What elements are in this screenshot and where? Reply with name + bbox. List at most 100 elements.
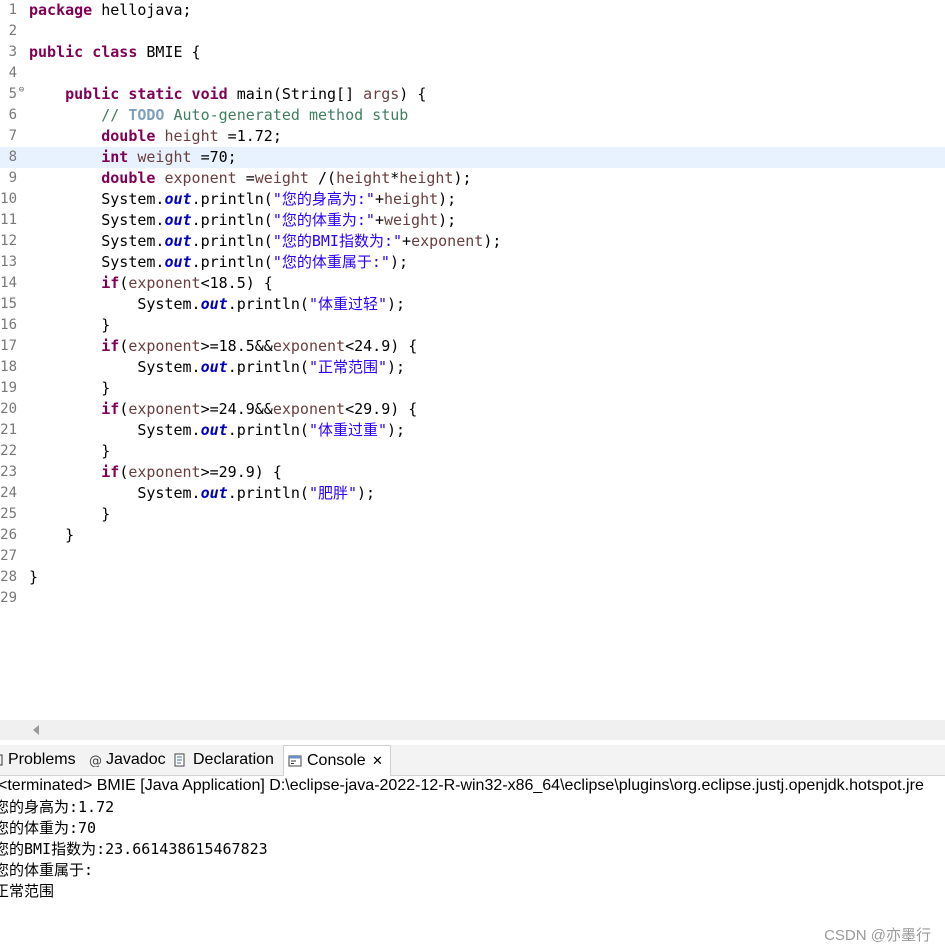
line-number: 22 xyxy=(0,443,17,459)
code-token: ); xyxy=(483,232,502,250)
tab-console-label: Console xyxy=(307,752,366,769)
code-line[interactable]: 26 } xyxy=(0,525,945,546)
code-text: if(exponent>=29.9) { xyxy=(29,462,282,483)
code-text: public class BMIE { xyxy=(29,42,201,63)
code-token: ( xyxy=(119,274,129,292)
code-line[interactable]: 2 xyxy=(0,21,945,42)
code-line[interactable]: 20 if(exponent>=24.9&&exponent<29.9) { xyxy=(0,399,945,420)
view-tab-bar: Problems @ Javadoc Declaration Console ✕ xyxy=(0,745,945,776)
code-text: } xyxy=(29,525,74,546)
code-text: double exponent =weight /(height*height)… xyxy=(29,168,471,189)
line-number: 21 xyxy=(0,422,17,438)
code-line[interactable]: 28} xyxy=(0,567,945,588)
code-line[interactable]: 19 } xyxy=(0,378,945,399)
code-line[interactable]: 5 ⊖ public static void main(String[] args… xyxy=(0,84,945,105)
code-line[interactable]: 16 } xyxy=(0,315,945,336)
code-token: .println( xyxy=(227,358,309,376)
code-line[interactable]: 6 // TODO Auto-generated method stub xyxy=(0,105,945,126)
tab-declaration[interactable]: Declaration xyxy=(172,745,280,775)
tab-console[interactable]: Console ✕ xyxy=(283,745,391,776)
code-token: args xyxy=(363,85,400,103)
console-process-header: <terminated> BMIE [Java Application] D:\… xyxy=(0,777,924,794)
line-number: 12 xyxy=(0,233,17,249)
line-number: 3 xyxy=(8,44,17,60)
code-token: * xyxy=(390,169,400,187)
code-token: out xyxy=(200,484,228,502)
code-line[interactable]: 15 System.out.println("体重过轻"); xyxy=(0,294,945,315)
code-token: public static void xyxy=(65,85,228,103)
code-text: } xyxy=(29,504,110,525)
code-token: <18.5) { xyxy=(200,274,273,292)
code-token: ); xyxy=(387,421,406,439)
code-line[interactable]: 22 } xyxy=(0,441,945,462)
code-token: = xyxy=(236,169,255,187)
editor-horizontal-scrollbar[interactable] xyxy=(0,720,945,740)
code-token: exponent xyxy=(411,232,484,250)
code-token: height xyxy=(336,169,391,187)
code-line[interactable]: 21 System.out.println("体重过重"); xyxy=(0,420,945,441)
code-token: ); xyxy=(357,484,376,502)
code-text: } xyxy=(29,441,110,462)
code-token: exponent xyxy=(128,337,201,355)
code-text: if(exponent<18.5) { xyxy=(29,273,273,294)
code-token: .println( xyxy=(191,190,273,208)
code-line[interactable]: 12 System.out.println("您的BMI指数为:"+expone… xyxy=(0,231,945,252)
code-token: Auto-generated method stub xyxy=(164,106,409,124)
line-number: 20 xyxy=(0,401,17,417)
tab-problems-label: Problems xyxy=(8,751,76,768)
code-token: .println( xyxy=(227,295,309,313)
fold-collapse-icon[interactable]: ⊖ xyxy=(17,86,26,95)
code-line[interactable]: 7 double height =1.72; xyxy=(0,126,945,147)
code-line[interactable]: 13 System.out.println("您的体重属于:"); xyxy=(0,252,945,273)
problems-icon xyxy=(0,754,3,766)
code-token: ) { xyxy=(399,85,427,103)
code-line[interactable]: 14 if(exponent<18.5) { xyxy=(0,273,945,294)
line-number: 27 xyxy=(0,548,17,564)
code-line[interactable]: 11 System.out.println("您的体重为:"+weight); xyxy=(0,210,945,231)
code-line[interactable]: 25 } xyxy=(0,504,945,525)
tab-javadoc[interactable]: @ Javadoc xyxy=(88,745,170,775)
code-line[interactable]: 18 System.out.println("正常范围"); xyxy=(0,357,945,378)
code-token: ); xyxy=(387,295,406,313)
code-line[interactable]: 4 xyxy=(0,63,945,84)
line-number: 18 xyxy=(0,359,17,375)
code-token: height xyxy=(383,190,439,208)
tab-problems[interactable]: Problems xyxy=(0,745,82,775)
code-line[interactable]: 8 int weight =70; xyxy=(0,147,945,168)
code-token: + xyxy=(374,190,384,208)
code-token: System. xyxy=(29,358,201,376)
code-token: weight xyxy=(383,211,439,229)
code-token: if xyxy=(101,274,120,292)
code-token: System. xyxy=(29,295,201,313)
code-token: double xyxy=(101,169,156,187)
code-line[interactable]: 17 if(exponent>=18.5&&exponent<24.9) { xyxy=(0,336,945,357)
line-number: 15 xyxy=(0,296,17,312)
code-token: =1.72; xyxy=(218,127,282,145)
code-token: } xyxy=(29,505,111,523)
code-line[interactable]: 3 public class BMIE { xyxy=(0,42,945,63)
code-token: out xyxy=(200,421,228,439)
code-token: + xyxy=(402,232,412,250)
code-token: } xyxy=(29,379,111,397)
code-line[interactable]: 27 xyxy=(0,546,945,567)
code-token: System. xyxy=(29,421,201,439)
scroll-left-arrow-icon[interactable] xyxy=(30,724,42,736)
code-text: // TODO Auto-generated method stub xyxy=(29,105,408,126)
code-line[interactable]: 29 xyxy=(0,588,945,609)
code-token: if xyxy=(101,400,120,418)
code-text: double height =1.72; xyxy=(29,126,282,147)
code-line[interactable]: 24 System.out.println("肥胖"); xyxy=(0,483,945,504)
close-icon[interactable]: ✕ xyxy=(372,746,383,776)
line-number: 17 xyxy=(0,338,17,354)
code-text: } xyxy=(29,315,110,336)
code-line[interactable]: 9 double exponent =weight /(height*heigh… xyxy=(0,168,945,189)
code-line[interactable]: 23 if(exponent>=29.9) { xyxy=(0,462,945,483)
code-line[interactable]: 1 package hellojava; xyxy=(0,0,945,21)
line-number: 29 xyxy=(0,590,17,606)
tab-javadoc-label: Javadoc xyxy=(106,751,166,768)
code-editor[interactable]: 1 package hellojava; 2 3 public class BMIE {… xyxy=(0,0,945,720)
code-line[interactable]: 10 System.out.println("您的身高为:"+height); xyxy=(0,189,945,210)
console-view[interactable]: <terminated> BMIE [Java Application] D:\… xyxy=(0,776,945,951)
code-text: System.out.println("您的体重属于:"); xyxy=(29,252,408,273)
